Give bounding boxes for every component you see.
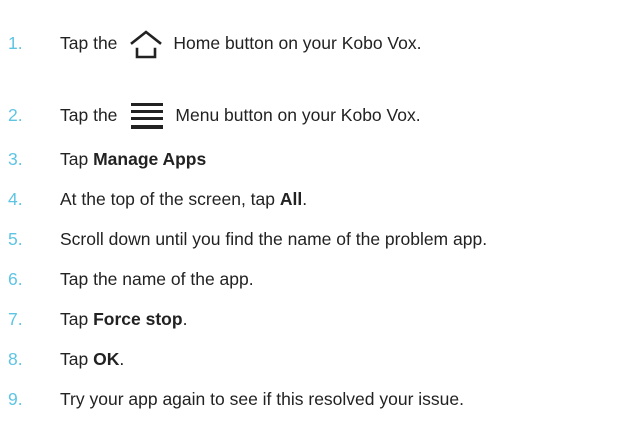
- step-bold-label: All: [279, 189, 303, 210]
- step-text: Scroll down until you find the name of t…: [60, 231, 487, 249]
- step-text-pre: Tap the: [60, 105, 118, 126]
- step-2: 2. Tap the Menu button on your Kobo Vox.: [0, 101, 644, 131]
- step-text-pre: Tap: [60, 349, 89, 370]
- step-text: Tap the name of the app.: [60, 271, 254, 289]
- step-number: 2.: [8, 105, 23, 126]
- step-8: 8. Tap OK.: [0, 345, 644, 375]
- step-6: 6. Tap the name of the app.: [0, 265, 644, 295]
- step-1: 1. Tap the Home button on your Kobo Vox.: [0, 29, 644, 59]
- step-5: 5. Scroll down until you find the name o…: [0, 225, 644, 255]
- step-bold-label: Manage Apps: [93, 149, 207, 170]
- step-3: 3. Tap Manage Apps: [0, 145, 644, 175]
- step-number: 5.: [8, 229, 23, 250]
- step-text-post: Home button on your Kobo Vox.: [173, 33, 422, 54]
- step-number: 3.: [8, 149, 23, 170]
- step-number: 7.: [8, 309, 23, 330]
- step-text-post: .: [119, 349, 125, 370]
- step-text: Tap OK.: [60, 351, 124, 369]
- step-bold-label: OK: [93, 349, 120, 370]
- step-number: 4.: [8, 189, 23, 210]
- step-text-pre: Tap: [60, 149, 89, 170]
- step-text-post: Menu button on your Kobo Vox.: [175, 105, 421, 126]
- step-text: Try your app again to see if this resolv…: [60, 391, 464, 409]
- step-text-post: .: [302, 189, 308, 210]
- step-text-pre: Tap the name of the app.: [60, 269, 254, 290]
- instruction-steps: 1. Tap the Home button on your Kobo Vox.…: [0, 0, 644, 435]
- step-text: At the top of the screen, tap All.: [60, 191, 307, 209]
- step-number: 1.: [8, 33, 23, 54]
- step-9: 9. Try your app again to see if this res…: [0, 385, 644, 415]
- step-text-post: .: [182, 309, 188, 330]
- step-bold-label: Force stop: [93, 309, 183, 330]
- step-number: 6.: [8, 269, 23, 290]
- step-text-pre: Scroll down until you find the name of t…: [60, 229, 488, 250]
- step-text-pre: At the top of the screen, tap: [60, 189, 275, 210]
- step-text: Tap Manage Apps: [60, 151, 206, 169]
- step-number: 9.: [8, 389, 23, 410]
- step-text-pre: Tap: [60, 309, 89, 330]
- home-icon: [129, 29, 163, 59]
- step-text: Tap the Home button on your Kobo Vox.: [60, 29, 421, 59]
- step-text: Tap Force stop.: [60, 311, 187, 329]
- menu-icon: [129, 101, 165, 131]
- step-text: Tap the Menu button on your Kobo Vox.: [60, 101, 421, 131]
- step-7: 7. Tap Force stop.: [0, 305, 644, 335]
- step-text-pre: Try your app again to see if this resolv…: [60, 389, 464, 410]
- step-number: 8.: [8, 349, 23, 370]
- step-text-pre: Tap the: [60, 33, 118, 54]
- step-4: 4. At the top of the screen, tap All.: [0, 185, 644, 215]
